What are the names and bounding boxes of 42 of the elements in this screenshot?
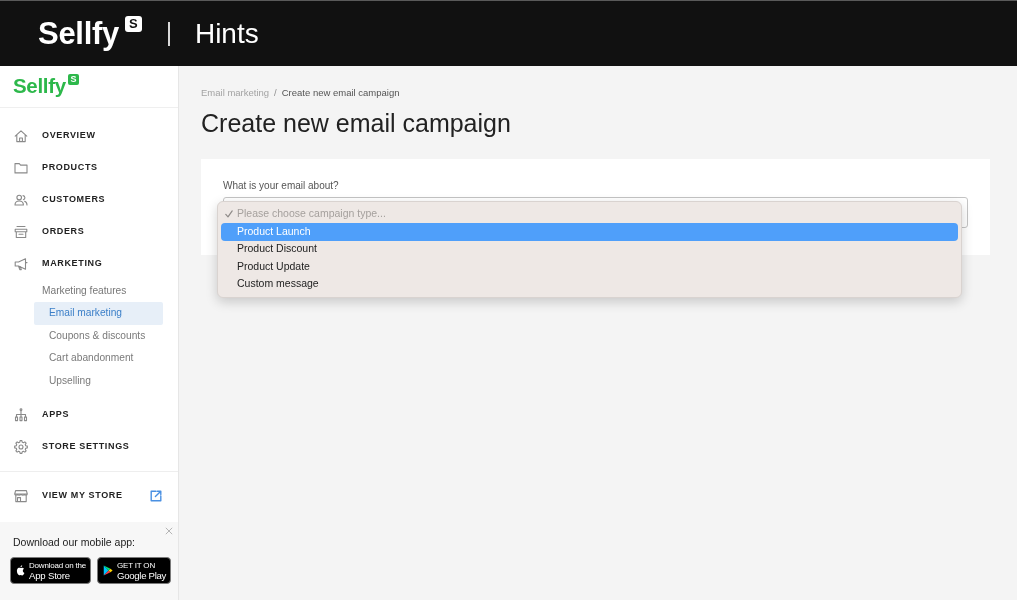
users-icon xyxy=(14,193,28,207)
external-link-icon xyxy=(150,490,162,502)
home-icon xyxy=(14,129,28,143)
submenu-item[interactable]: Coupons & discounts xyxy=(34,324,163,347)
submenu-item[interactable]: Email marketing xyxy=(34,302,163,325)
view-store-link[interactable]: VIEW MY STORE xyxy=(0,480,178,512)
header-title: Hints xyxy=(194,19,259,48)
sidebar-item[interactable]: STORE SETTINGS xyxy=(0,431,178,463)
google-play-link[interactable]: GET IT ON Google Play xyxy=(97,557,171,584)
logo-mark: S xyxy=(124,16,142,32)
storefront-icon xyxy=(14,489,28,503)
field-label: What is your email about? xyxy=(223,179,339,192)
check-icon xyxy=(225,210,233,219)
hierarchy-icon xyxy=(14,408,28,422)
play-icon xyxy=(103,565,114,576)
breadcrumb-current: Create new email campaign xyxy=(281,87,400,99)
submenu-item[interactable]: Cart abandonment xyxy=(34,347,163,370)
dropdown-option[interactable]: Custom message xyxy=(221,275,958,293)
breadcrumb-separator: / xyxy=(274,87,277,99)
sidebar-item[interactable]: ORDERS xyxy=(0,216,178,248)
sidebar-item[interactable]: APPS xyxy=(0,399,178,431)
page-title: Create new email campaign xyxy=(201,108,511,138)
close-icon xyxy=(165,527,173,535)
folder-icon xyxy=(14,161,28,175)
gear-icon xyxy=(14,440,28,454)
submenu-item[interactable]: Upselling xyxy=(34,369,163,392)
brand-name: Sellfy xyxy=(13,76,66,97)
close-button[interactable] xyxy=(165,527,173,535)
sidebar-item[interactable]: MARKETING xyxy=(0,248,178,280)
brand-name: Sellfy xyxy=(38,18,119,49)
submenu-heading: Marketing features xyxy=(42,284,127,298)
megaphone-icon xyxy=(14,257,28,271)
app-store-link[interactable]: Download on the App Store xyxy=(10,557,92,584)
logo-mark: S xyxy=(67,74,79,85)
sidebar-item[interactable]: PRODUCTS xyxy=(0,152,178,184)
box-icon xyxy=(14,225,28,239)
sidebar-item[interactable]: CUSTOMERS xyxy=(0,184,178,216)
apple-icon xyxy=(16,565,25,576)
sidebar-item[interactable]: OVERVIEW xyxy=(0,120,178,152)
promo-text: Download our mobile app: xyxy=(13,535,135,549)
dropdown-option[interactable]: Product Update xyxy=(221,258,958,276)
dropdown-option[interactable]: Product Discount xyxy=(221,240,958,258)
